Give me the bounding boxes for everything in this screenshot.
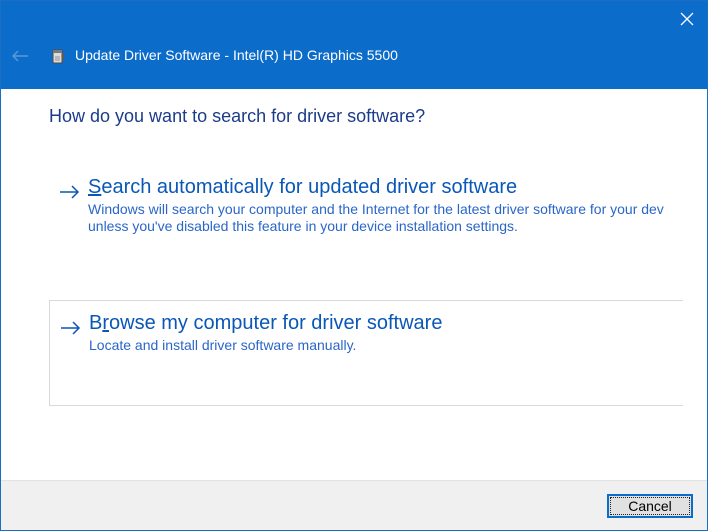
page-heading: How do you want to search for driver sof… <box>49 106 426 126</box>
back-button[interactable] <box>7 43 33 69</box>
cancel-button[interactable]: Cancel <box>607 494 693 518</box>
arrow-right-icon <box>61 321 81 335</box>
browse-computer-option[interactable]: Browse my computer for driver software L… <box>49 300 683 406</box>
close-button[interactable] <box>673 5 701 33</box>
option-description: Windows will search your computer and th… <box>88 201 664 234</box>
title-bar: Update Driver Software - Intel(R) HD Gra… <box>1 1 707 89</box>
back-arrow-icon <box>12 50 28 62</box>
search-automatically-option[interactable]: Search automatically for updated driver … <box>49 164 683 254</box>
update-driver-dialog: Update Driver Software - Intel(R) HD Gra… <box>0 0 708 531</box>
option-title[interactable]: Search automatically for updated driver … <box>88 176 517 199</box>
option-title[interactable]: Browse my computer for driver software <box>89 312 442 335</box>
close-icon <box>680 12 694 26</box>
dialog-footer: Cancel <box>1 480 707 530</box>
arrow-right-icon <box>60 185 80 199</box>
device-driver-icon <box>52 49 64 64</box>
option-description: Locate and install driver software manua… <box>89 337 357 353</box>
dialog-title: Update Driver Software - Intel(R) HD Gra… <box>75 47 398 63</box>
